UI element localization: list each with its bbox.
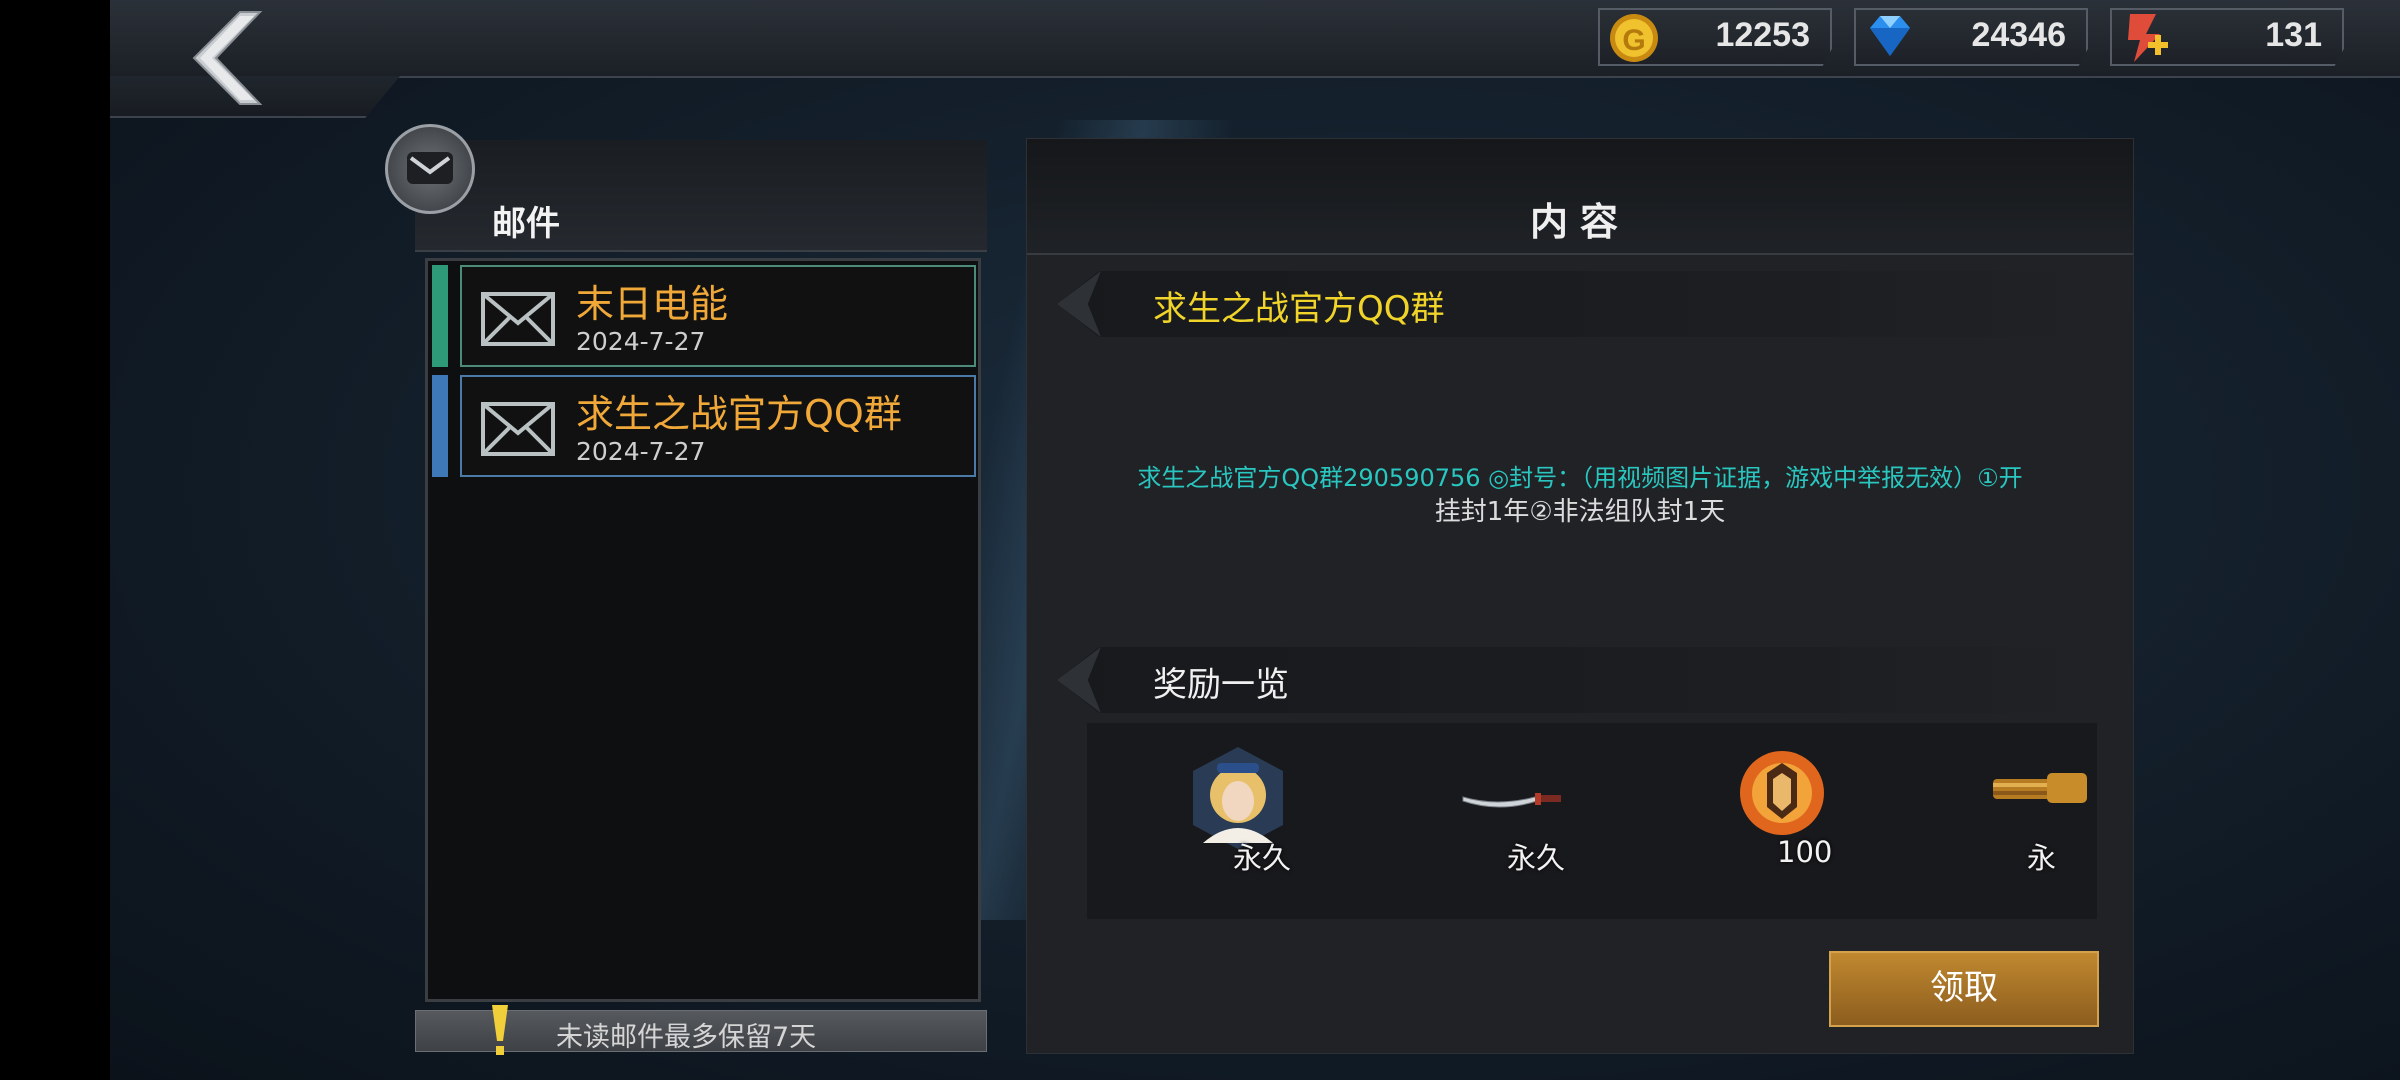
reward-item-3[interactable]: 100 [1727,743,1867,873]
reward-label: 永久 [1507,841,1566,875]
chevron-left-icon [192,11,263,105]
exclamation-icon [492,1005,508,1055]
mail-footer-notice: 未读邮件最多保留7天 [415,1005,987,1055]
diamond-value: 24346 [1971,16,2066,54]
rewards-ribbon: 奖励一览 [1057,647,2107,713]
content-title: 内容 [1529,200,1630,244]
mail-panel-header: 邮件 [415,140,987,252]
mail-item-box[interactable]: 求生之战官方QQ群 2024-7-27 [460,375,976,477]
stamina-value: 131 [2265,16,2322,54]
reward-item-2[interactable]: 永久 [1457,743,1597,875]
mail-date: 2024-7-27 [576,437,706,466]
claim-button[interactable]: 领取 [1829,951,2099,1027]
rewards-list: 永久 永久 100 永 [1087,723,2097,919]
envelope-icon [481,292,555,346]
back-button[interactable] [180,8,280,108]
reward-label: 100 [1777,835,1833,869]
reward-item-1[interactable]: 永久 [1183,743,1323,875]
content-header: 内容 [1027,139,2133,255]
mail-retention-text: 未读邮件最多保留7天 [556,1022,817,1053]
gold-value: 12253 [1715,16,1810,54]
mail-panel-title: 邮件 [492,204,560,244]
gold-counter[interactable]: G 12253 [1598,8,1832,66]
mail-subject-ribbon: 求生之战官方QQ群 [1057,271,2107,337]
ribbon-edge [1057,271,1101,337]
mail-item-stripe [432,265,448,367]
mail-item-2[interactable]: 求生之战官方QQ群 2024-7-27 [432,375,976,477]
mail-subject: 末日电能 [576,282,729,326]
rewards-title: 奖励一览 [1153,665,1289,705]
content-panel: 内容 求生之战官方QQ群 求生之战官方QQ群290590756 ◎封号：（用视频… [1026,138,2134,1054]
mail-badge-icon [385,124,475,214]
mail-date: 2024-7-27 [576,327,706,356]
content-mail-subject: 求生之战官方QQ群 [1153,289,1445,329]
mail-panel: 邮件 末日电能 2024-7-27 求生之战官方QQ群 2024-7-27 未读… [385,124,987,1055]
envelope-icon [481,402,555,456]
diamond-counter[interactable]: 24346 [1854,8,2088,66]
mail-body-line-2: 挂封1年②非法组队封1天 [1434,497,1726,527]
gold-coin-icon: G [1610,14,1658,62]
reward-label: 永久 [1233,841,1292,875]
mail-subject: 求生之战官方QQ群 [576,392,902,436]
mail-body: 求生之战官方QQ群290590756 ◎封号：（用视频图片证据，游戏中举报无效）… [1057,461,2103,529]
game-screen: G 12253 24346 131 邮件 末日电能 2024-7-27 求生之战… [110,0,2400,1080]
mail-item-1[interactable]: 末日电能 2024-7-27 [432,265,976,367]
reward-item-4[interactable]: 永 [1987,743,2097,873]
ribbon-edge [1057,647,1101,713]
mail-item-box[interactable]: 末日电能 2024-7-27 [460,265,976,367]
mail-list[interactable]: 末日电能 2024-7-27 求生之战官方QQ群 2024-7-27 [425,258,981,1002]
diamond-icon [1870,16,1910,56]
stamina-counter[interactable]: 131 [2110,8,2344,66]
svg-text:G: G [1622,24,1645,57]
mail-body-line-1: 求生之战官方QQ群290590756 ◎封号：（用视频图片证据，游戏中举报无效）… [1137,464,2023,492]
reward-label: 永 [2027,841,2057,873]
mail-item-stripe [432,375,448,477]
stamina-plus-icon [2128,14,2168,62]
